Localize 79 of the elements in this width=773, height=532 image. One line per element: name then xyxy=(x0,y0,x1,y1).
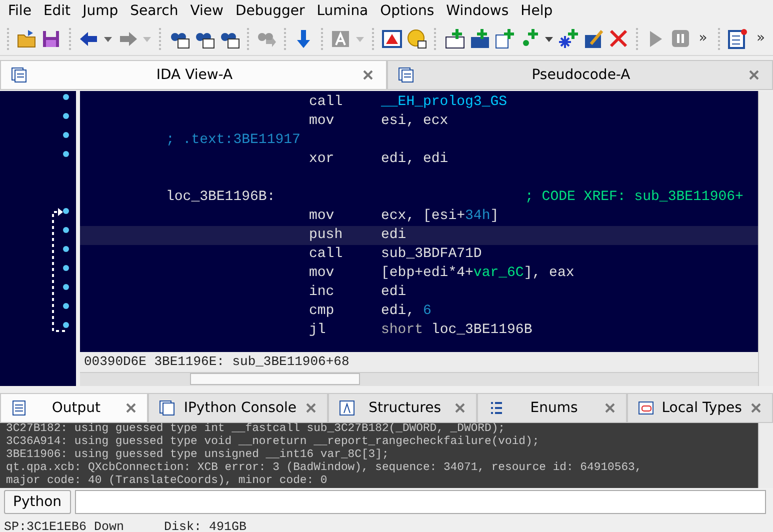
circle-window-icon[interactable] xyxy=(406,28,428,49)
xref-comment: ; CODE XREF: sub_3BE11906+ xyxy=(525,188,744,207)
close-icon[interactable] xyxy=(750,402,762,414)
list-icon xyxy=(11,400,27,416)
window-icon xyxy=(398,67,414,83)
toolbar-overflow-button[interactable]: » xyxy=(752,28,770,49)
operand: ecx, [esi+34h] xyxy=(381,207,499,226)
operand: [ebp+edi*4+var_6C], eax xyxy=(381,264,574,283)
pause-icon[interactable] xyxy=(670,28,691,49)
panel-tab[interactable]: Output xyxy=(0,393,148,423)
language-button[interactable]: Python xyxy=(4,490,71,514)
horizontal-scrollbar[interactable] xyxy=(80,372,758,386)
mnemonic: jl xyxy=(308,321,327,340)
status-text: SP:3C1E1EB6 Down xyxy=(4,519,124,532)
loop-arrow-icon xyxy=(52,208,65,332)
comment: ; .text:3BE11917 xyxy=(165,131,300,150)
panel-tab[interactable]: Enums xyxy=(477,393,627,423)
code-label: loc_3BE1196B: xyxy=(165,188,276,207)
mnemonic: mov xyxy=(308,112,336,131)
menu-item[interactable]: Windows xyxy=(440,0,515,22)
panel-tab[interactable]: IPython Console xyxy=(148,393,328,423)
menu-item[interactable]: Lumina xyxy=(310,0,374,22)
asterisk-add-icon[interactable] xyxy=(558,28,578,49)
mnemonic: cmp xyxy=(308,302,336,321)
menu-item[interactable]: View xyxy=(184,0,230,22)
mnemonic: mov xyxy=(308,264,336,283)
warning-window-icon[interactable] xyxy=(381,28,402,49)
operand: short loc_3BE1196B xyxy=(381,321,532,340)
mnemonic: mov xyxy=(308,207,336,226)
types-icon xyxy=(638,400,654,416)
mnemonic: call xyxy=(308,245,344,264)
mnemonic: call xyxy=(308,93,344,112)
structure-icon xyxy=(339,400,356,416)
operand: edi, 6 xyxy=(381,302,432,321)
close-icon[interactable] xyxy=(604,402,616,414)
log-line: major code: 40 (TranslateCoords), minor code: 0 xyxy=(6,475,328,488)
menu-item[interactable]: Help xyxy=(514,0,559,22)
add-string-icon[interactable] xyxy=(494,28,514,49)
menu-item[interactable]: Options xyxy=(374,0,440,22)
mnemonic: xor xyxy=(308,150,336,169)
operand: esi, ecx xyxy=(381,112,448,131)
close-icon[interactable] xyxy=(305,402,318,414)
close-icon[interactable] xyxy=(748,69,760,81)
operand: sub_3BDFA71D xyxy=(381,245,482,264)
log-line: 3BE11906: using guessed type unsigned __int16 var_8C[3]; xyxy=(6,449,390,462)
menu-item[interactable]: File xyxy=(2,0,38,22)
toolbar-overflow-button[interactable]: » xyxy=(694,28,712,49)
command-input-field[interactable] xyxy=(74,490,766,514)
menu-item[interactable]: Search xyxy=(124,0,184,22)
operand: edi xyxy=(381,226,406,245)
window-icon xyxy=(11,67,27,83)
add-data-icon[interactable] xyxy=(468,28,490,49)
open-folder-icon[interactable] xyxy=(16,28,38,49)
enum-list-icon xyxy=(488,400,504,416)
menu-item[interactable]: Edit xyxy=(37,0,77,22)
panel-tab[interactable]: Structures xyxy=(328,393,478,423)
operand: __EH_prolog3_GS xyxy=(381,93,508,112)
menu-item[interactable]: Debugger xyxy=(229,0,311,22)
log-line: 3C27B182: using guessed type int __fastcall sub_3C27B182(_DWORD, _DWORD); xyxy=(6,423,506,436)
letter-a-icon[interactable] xyxy=(330,28,352,49)
document-pin-icon[interactable] xyxy=(727,28,748,49)
operand: edi xyxy=(381,283,406,302)
edit-pencil-icon[interactable] xyxy=(582,28,604,49)
mnemonic: inc xyxy=(308,283,336,302)
add-code-icon[interactable] xyxy=(444,28,464,49)
close-icon[interactable] xyxy=(454,402,466,414)
editor-tab[interactable]: IDA View-A xyxy=(0,60,387,90)
log-line: 3C36A914: using guessed type void __noreturn __report_rangecheckfailure(void); xyxy=(6,436,540,448)
close-icon[interactable] xyxy=(125,402,138,414)
menu-item[interactable]: Jump xyxy=(76,0,124,22)
editor-tab[interactable]: Pseudocode-A xyxy=(387,60,773,90)
status-text: Disk: 491GB xyxy=(164,519,247,532)
delete-icon[interactable] xyxy=(608,28,628,49)
close-icon[interactable] xyxy=(362,69,374,81)
window-icon xyxy=(159,400,176,416)
operand: edi, edi xyxy=(381,150,448,169)
log-line: qt.qpa.xcb: QXcbConnection: XCB error: 3 (BadWindow), sequence: 34071, resource id: 64910563, xyxy=(6,462,643,474)
mnemonic: push xyxy=(308,226,344,245)
panel-tab[interactable]: Local Types xyxy=(626,393,773,423)
